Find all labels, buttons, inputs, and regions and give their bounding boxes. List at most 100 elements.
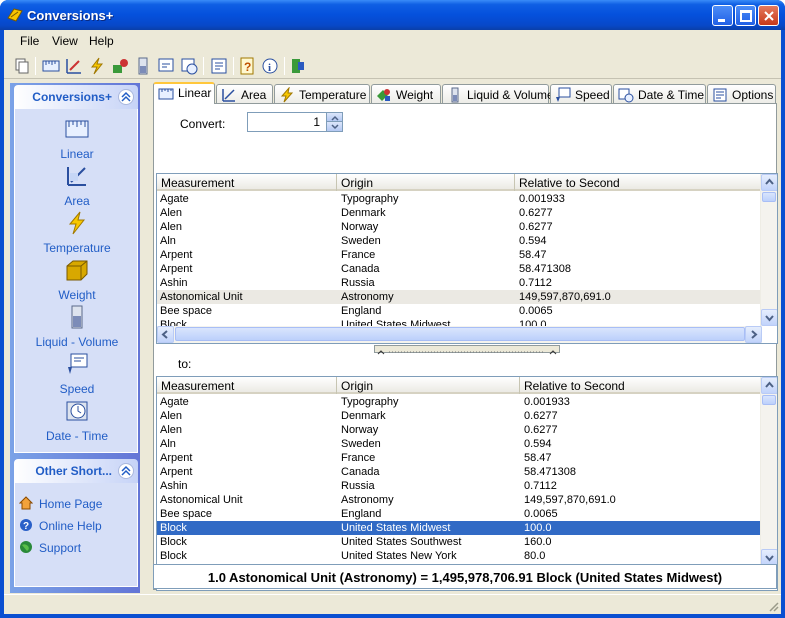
weight-icon[interactable] xyxy=(110,56,130,76)
linear-ruler-icon[interactable] xyxy=(41,56,61,76)
area-icon[interactable] xyxy=(64,56,84,76)
column-header-relative[interactable]: Relative to Second xyxy=(515,174,762,191)
table-row[interactable]: Aln Sweden 0.594 xyxy=(157,437,762,451)
shortcut-online-help[interactable]: ? Online Help xyxy=(19,517,137,535)
about-info-icon[interactable]: i xyxy=(260,56,280,76)
temperature-icon[interactable] xyxy=(87,56,107,76)
scroll-thumb[interactable] xyxy=(762,192,776,202)
sidebar-item-linear[interactable]: Linear xyxy=(15,117,139,164)
cell-measurement: Block xyxy=(160,522,187,534)
table-row[interactable]: Ashin Russia 0.7112 xyxy=(157,479,762,493)
options-icon[interactable] xyxy=(209,56,229,76)
sidebar-item-area[interactable]: Area xyxy=(15,164,139,211)
table-row[interactable]: Block United States Southwest 160.0 xyxy=(157,535,762,549)
column-header-measurement[interactable]: Measurement xyxy=(157,174,337,191)
to-unit-grid[interactable]: Measurement Origin Relative to Second Ag… xyxy=(156,376,778,591)
scroll-down-button[interactable] xyxy=(761,309,777,326)
resize-grip-icon[interactable] xyxy=(767,600,779,612)
cell-measurement: Bee space xyxy=(160,508,212,520)
table-row[interactable]: Alen Denmark 0.6277 xyxy=(157,409,762,423)
table-row[interactable]: Arpent France 58.47 xyxy=(157,451,762,465)
from-horizontal-scrollbar[interactable] xyxy=(157,326,762,343)
window-title: Conversions+ xyxy=(27,8,114,23)
help-question-icon[interactable]: ? xyxy=(237,56,257,76)
shortcut-support[interactable]: Support xyxy=(19,539,137,557)
area-icon xyxy=(67,167,86,186)
sidebar-item-temperature[interactable]: Temperature xyxy=(15,211,139,258)
menu-help[interactable]: Help xyxy=(89,34,114,48)
shortcuts-group-header[interactable]: Other Short... xyxy=(14,459,138,483)
sidebar-item-date-time[interactable]: Date - Time xyxy=(15,399,139,446)
from-vertical-scrollbar[interactable] xyxy=(760,174,777,326)
tab-weight[interactable]: Weight xyxy=(371,84,441,104)
column-header-origin[interactable]: Origin xyxy=(337,174,515,191)
scroll-right-button[interactable] xyxy=(745,326,762,343)
conversions-group-header[interactable]: Conversions+ xyxy=(14,85,138,109)
tab-options[interactable]: Options xyxy=(707,84,776,104)
collapse-chevron-icon[interactable] xyxy=(118,463,134,479)
table-row[interactable]: Arpent Canada 58.471308 xyxy=(157,262,762,276)
to-vertical-scrollbar[interactable] xyxy=(760,377,777,573)
tab-liquid-volume[interactable]: Liquid & Volume xyxy=(442,84,554,104)
close-button[interactable] xyxy=(758,5,779,26)
speed-icon[interactable] xyxy=(156,56,176,76)
menu-file[interactable]: File xyxy=(20,34,39,48)
menu-view[interactable]: View xyxy=(52,34,78,48)
table-row[interactable]: Block United States Midwest 100.0 xyxy=(157,521,762,535)
column-header-origin[interactable]: Origin xyxy=(337,377,520,394)
convert-amount-value[interactable]: 1 xyxy=(313,115,320,129)
table-row[interactable]: Astonomical Unit Astronomy 149,597,870,691… xyxy=(157,290,762,304)
cell-measurement: Arpent xyxy=(160,249,193,261)
column-header-measurement[interactable]: Measurement xyxy=(157,377,337,394)
maximize-button[interactable] xyxy=(735,5,756,26)
copy-icon[interactable] xyxy=(12,56,32,76)
sidebar-item-liquid-volume[interactable]: Liquid - Volume xyxy=(15,305,139,352)
convert-amount-spinner[interactable]: 1 xyxy=(247,112,343,132)
sidebar-item-label: Speed xyxy=(59,382,95,396)
table-row[interactable]: Agate Typography 0.001933 xyxy=(157,192,762,206)
convert-row: Convert: 1 xyxy=(154,104,776,140)
tab-date-time[interactable]: Date & Time xyxy=(613,84,706,104)
shortcut-home-page[interactable]: Home Page xyxy=(19,495,137,513)
table-row[interactable]: Bee space England 0.0065 xyxy=(157,507,762,521)
liquid-volume-icon[interactable] xyxy=(133,56,153,76)
scroll-left-button[interactable] xyxy=(157,326,174,343)
help-icon: ? xyxy=(20,519,32,532)
tab-linear[interactable]: Linear xyxy=(153,82,215,104)
column-header-relative[interactable]: Relative to Second xyxy=(520,377,762,394)
minimize-button[interactable] xyxy=(712,5,733,26)
table-row[interactable]: Alen Norway 0.6277 xyxy=(157,423,762,437)
table-row[interactable]: Agate Typography 0.001933 xyxy=(157,395,762,409)
table-row[interactable]: Block United States New York 80.0 xyxy=(157,549,762,563)
collapse-chevron-icon[interactable] xyxy=(118,89,134,105)
table-row[interactable]: Astonomical Unit Astronomy 149,597,870,691… xyxy=(157,493,762,507)
scroll-up-button[interactable] xyxy=(761,174,777,191)
cell-relative: 0.001933 xyxy=(524,396,570,408)
spinner-up-button[interactable] xyxy=(326,113,342,122)
table-row[interactable]: Arpent France 58.47 xyxy=(157,248,762,262)
table-row[interactable]: Ashin Russia 0.7112 xyxy=(157,276,762,290)
scroll-up-button[interactable] xyxy=(761,377,777,394)
scroll-thumb[interactable] xyxy=(175,327,745,341)
table-row[interactable]: Aln Sweden 0.594 xyxy=(157,234,762,248)
cell-measurement: Arpent xyxy=(160,263,193,275)
table-row[interactable]: Alen Norway 0.6277 xyxy=(157,220,762,234)
table-row[interactable]: Alen Denmark 0.6277 xyxy=(157,206,762,220)
table-row[interactable]: Bee space England 0.0065 xyxy=(157,304,762,318)
sidebar-item-weight[interactable]: Weight xyxy=(15,258,139,305)
cell-measurement: Alen xyxy=(160,221,183,233)
spinner-down-button[interactable] xyxy=(326,122,342,131)
title-bar[interactable]: Conversions+ xyxy=(0,0,785,30)
scroll-thumb[interactable] xyxy=(762,395,776,405)
cell-relative: 100.0 xyxy=(524,522,552,534)
tab-area[interactable]: Area xyxy=(216,84,273,104)
tab-temperature[interactable]: Temperature xyxy=(274,84,370,104)
table-row[interactable]: Arpent Canada 58.471308 xyxy=(157,465,762,479)
grid-splitter[interactable] xyxy=(374,345,560,355)
date-time-icon[interactable] xyxy=(179,56,199,76)
weight-icon xyxy=(66,260,88,281)
sidebar-item-speed[interactable]: Speed xyxy=(15,352,139,399)
tab-speed[interactable]: Speed xyxy=(550,84,612,104)
exit-icon[interactable] xyxy=(288,56,308,76)
from-unit-grid[interactable]: Measurement Origin Relative to Second Ag… xyxy=(156,173,778,344)
